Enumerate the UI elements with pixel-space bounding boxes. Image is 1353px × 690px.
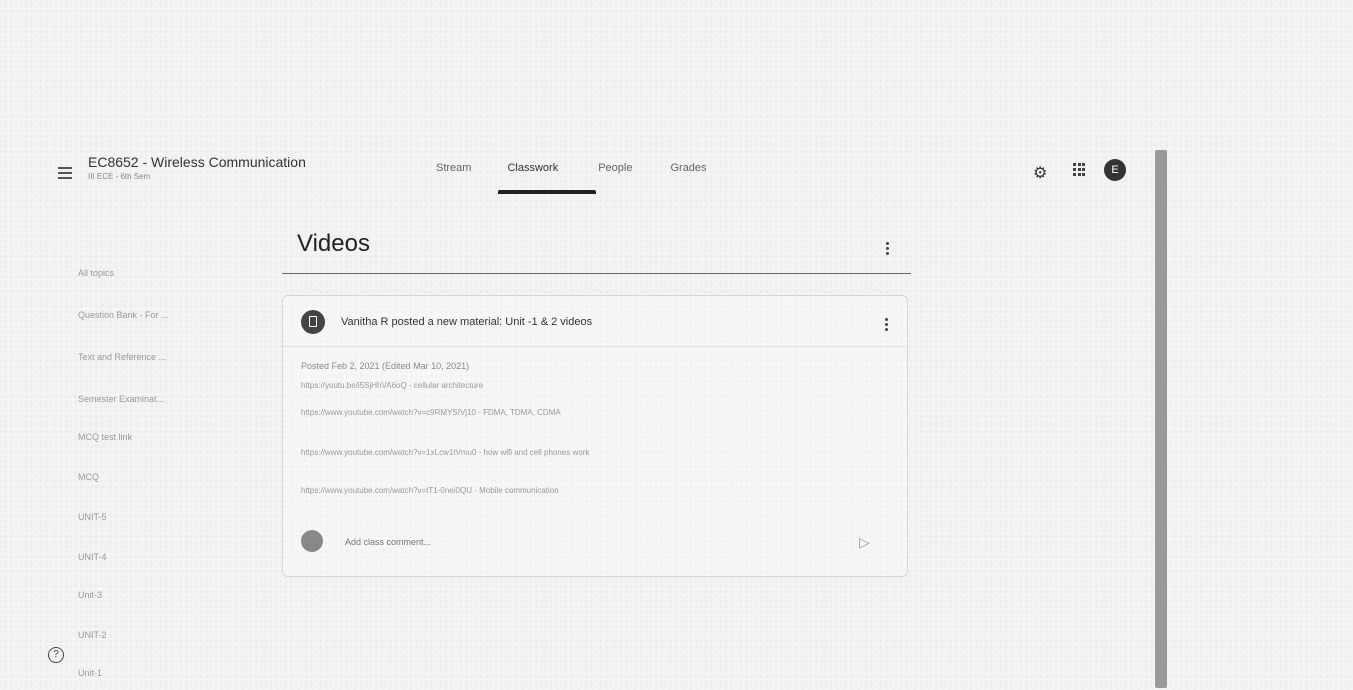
topic-title: Videos: [297, 230, 370, 257]
apps-grid-icon[interactable]: [1073, 163, 1085, 177]
sidebar-item-unit-3[interactable]: Unit-3: [78, 590, 102, 600]
posted-date: Posted Feb 2, 2021 (Edited Mar 10, 2021): [301, 361, 470, 371]
topic-divider: [282, 273, 911, 274]
send-icon[interactable]: ▷: [859, 534, 870, 551]
tab-people[interactable]: People: [598, 162, 632, 174]
card-divider: [283, 346, 907, 347]
topic-more-icon[interactable]: [886, 240, 889, 257]
sidebar-item-text-reference[interactable]: Text and Reference ...: [78, 352, 166, 362]
menu-icon[interactable]: [58, 164, 72, 182]
class-comment-input[interactable]: [343, 536, 859, 548]
sidebar-item-unit-4[interactable]: UNIT-4: [78, 552, 107, 562]
class-title[interactable]: EC8652 - Wireless Communication: [88, 154, 306, 170]
sidebar-item-mcq-test-link[interactable]: MCQ test link: [78, 432, 132, 442]
tab-grades[interactable]: Grades: [670, 162, 706, 174]
tab-bar: Stream Classwork People Grades: [436, 162, 752, 174]
class-subtitle: III ECE - 6th Sem: [88, 172, 151, 181]
sidebar-item-unit-5[interactable]: UNIT-5: [78, 512, 107, 522]
material-card: Vanitha R posted a new material: Unit -1…: [282, 295, 908, 577]
material-heading[interactable]: Vanitha R posted a new material: Unit -1…: [341, 316, 592, 328]
sidebar-item-unit-2[interactable]: UNIT-2: [78, 630, 107, 640]
sidebar-item-all-topics[interactable]: All topics: [78, 268, 114, 278]
material-link[interactable]: https://youtu.be/i5SjHhVA6oQ - cellular …: [301, 381, 483, 390]
sidebar-item-unit-1[interactable]: Unit-1: [78, 668, 102, 678]
avatar[interactable]: E: [1104, 159, 1126, 181]
material-icon: [301, 310, 325, 334]
tab-stream[interactable]: Stream: [436, 162, 471, 174]
sidebar-item-question-bank[interactable]: Question Bank - For ...: [78, 310, 169, 320]
card-more-icon[interactable]: [885, 316, 888, 333]
sidebar-item-semester-exam[interactable]: Semester Examinat...: [78, 394, 164, 404]
scrollbar[interactable]: [1155, 150, 1167, 688]
tab-classwork[interactable]: Classwork: [507, 162, 558, 174]
gear-icon[interactable]: ⚙: [1033, 163, 1047, 183]
material-link[interactable]: https://www.youtube.com/watch?v=1xLcw1tV…: [301, 448, 589, 457]
active-tab-indicator: [498, 190, 596, 194]
material-link[interactable]: https://www.youtube.com/watch?v=c9RMYSIV…: [301, 408, 561, 417]
commenter-avatar: [301, 530, 323, 552]
help-icon[interactable]: ?: [48, 647, 64, 663]
material-link[interactable]: https://www.youtube.com/watch?v=tT1-0nei…: [301, 486, 559, 495]
sidebar-item-mcq[interactable]: MCQ: [78, 472, 99, 482]
